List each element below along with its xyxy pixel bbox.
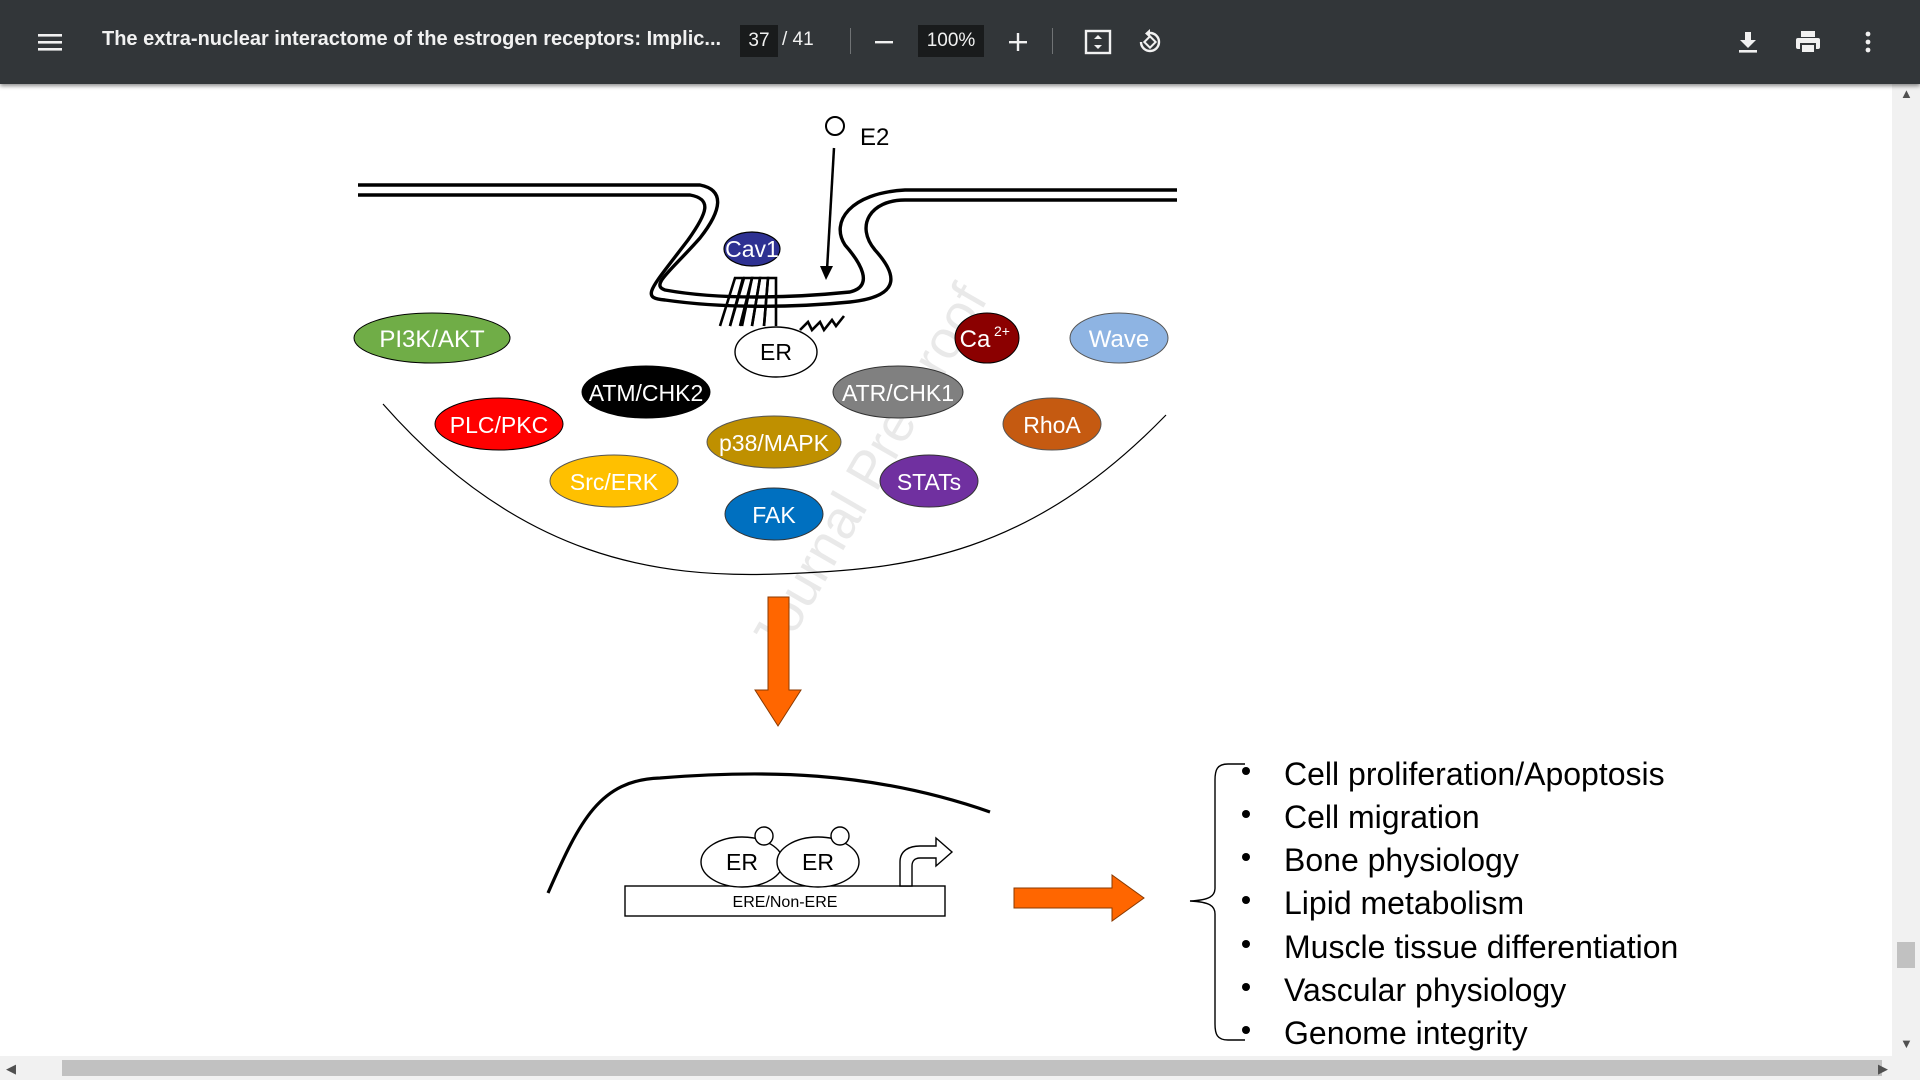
bullet-icon: [1242, 767, 1250, 775]
zoom-out-button[interactable]: [864, 22, 904, 62]
er-dimer-left-label: ER: [726, 849, 758, 875]
print-icon: [1796, 31, 1820, 54]
kinase-label: Src/ERK: [570, 469, 659, 495]
cav1-oligomer: [718, 276, 778, 327]
kinase-label: PLC/PKC: [450, 412, 548, 438]
kinase-label: ATM/CHK2: [589, 380, 704, 406]
rotate-icon: [1139, 29, 1161, 53]
bullet-icon: [1242, 940, 1250, 948]
er-membrane-label: ER: [760, 339, 792, 365]
svg-text:Ca: Ca: [960, 326, 991, 353]
rotate-button[interactable]: [1130, 22, 1170, 62]
vertical-scroll-thumb[interactable]: [1897, 942, 1915, 968]
bullet-icon: [1242, 1026, 1250, 1034]
page-number-input[interactable]: 37: [740, 25, 778, 57]
e2-ligand-icon: [825, 116, 845, 136]
transcription-arrow-icon: [899, 836, 954, 887]
kinase-label: Ca: [960, 326, 991, 353]
kinase-node: FAK: [724, 487, 824, 541]
dna-label: ERE/Non-ERE: [733, 894, 838, 911]
plus-icon: [1009, 33, 1027, 51]
kinase-label: RhoA: [1023, 412, 1081, 438]
kinase-node: Wave: [1069, 312, 1169, 364]
kinase-label: STATs: [897, 469, 961, 495]
outcome-item: Cell migration: [1284, 799, 1480, 835]
er-dimer-right-label: ER: [802, 849, 834, 875]
bullet-icon: [1242, 983, 1250, 991]
right-arrow: [1013, 874, 1145, 922]
kinase-node: RhoA: [1002, 397, 1102, 451]
minus-icon: [875, 41, 893, 44]
outcome-item: Muscle tissue differentiation: [1284, 929, 1678, 965]
outcome-item: Bone physiology: [1284, 842, 1519, 878]
kinase-node: p38/MAPK: [706, 415, 842, 469]
fit-page-button[interactable]: [1078, 22, 1118, 62]
scroll-left-icon[interactable]: ◀: [6, 1061, 16, 1077]
document-title: The extra-nuclear interactome of the est…: [102, 28, 722, 50]
pdf-page: Journal Pre-proof E2 Cav1 ER PI3K/AKT AT…: [0, 84, 1892, 1056]
kinase-node: ATM/CHK2: [581, 365, 711, 419]
zoom-level-input[interactable]: 100%: [918, 25, 984, 57]
outcome-item: Genome integrity: [1284, 1015, 1528, 1051]
more-vert-icon: [1865, 31, 1871, 53]
fit-to-page-icon: [1084, 29, 1112, 55]
palmitoyl-zigzag: [799, 315, 846, 333]
figure-diagram: Journal Pre-proof E2 Cav1 ER PI3K/AKT AT…: [353, 116, 1678, 1051]
more-options-button[interactable]: [1848, 22, 1888, 62]
er-dimer: ER ER: [700, 826, 860, 888]
outcome-list: Cell proliferation/Apoptosis Cell migrat…: [1242, 756, 1678, 1051]
kinase-label: ATR/CHK1: [842, 380, 954, 406]
outcomes-brace: [1189, 763, 1245, 1041]
bullet-icon: [1242, 853, 1250, 861]
download-button[interactable]: [1728, 22, 1768, 62]
zoom-in-button[interactable]: [998, 22, 1038, 62]
page-total: / 41: [782, 29, 814, 50]
kinase-superscript: 2+: [994, 323, 1010, 339]
scroll-down-icon[interactable]: ▼: [1900, 1036, 1913, 1051]
menu-icon[interactable]: [30, 22, 70, 62]
scroll-up-icon[interactable]: ▲: [1900, 86, 1913, 101]
horizontal-scroll-thumb[interactable]: [62, 1060, 1882, 1076]
outcome-item: Vascular physiology: [1284, 972, 1566, 1008]
kinase-node: STATs: [879, 454, 979, 508]
toolbar-divider: [1052, 28, 1053, 54]
pdf-toolbar: The extra-nuclear interactome of the est…: [0, 0, 1920, 84]
kinase-node: ATR/CHK1: [832, 365, 964, 419]
download-icon: [1739, 32, 1757, 53]
kinase-node: Ca 2+: [954, 312, 1020, 364]
e2-arrow: [825, 147, 836, 271]
toolbar-divider: [850, 28, 851, 54]
kinase-node: Src/ERK: [549, 454, 679, 508]
kinase-node: PI3K/AKT: [353, 312, 511, 364]
e2-arrowhead: [820, 266, 833, 280]
kinase-label: Wave: [1089, 326, 1149, 353]
kinase-label: FAK: [752, 502, 796, 528]
print-button[interactable]: [1788, 22, 1828, 62]
kinase-node: PLC/PKC: [434, 397, 564, 451]
bullet-icon: [1242, 810, 1250, 818]
kinase-label: p38/MAPK: [719, 430, 830, 456]
scroll-right-icon[interactable]: ▶: [1878, 1061, 1888, 1077]
vertical-scrollbar[interactable]: [1892, 84, 1920, 1056]
bullet-icon: [1242, 896, 1250, 904]
outcome-item: Lipid metabolism: [1284, 885, 1524, 921]
e2-label: E2: [860, 124, 889, 151]
kinase-label: PI3K/AKT: [379, 326, 485, 353]
outcome-item: Cell proliferation/Apoptosis: [1284, 756, 1665, 792]
cav1-label: Cav1: [725, 236, 779, 262]
